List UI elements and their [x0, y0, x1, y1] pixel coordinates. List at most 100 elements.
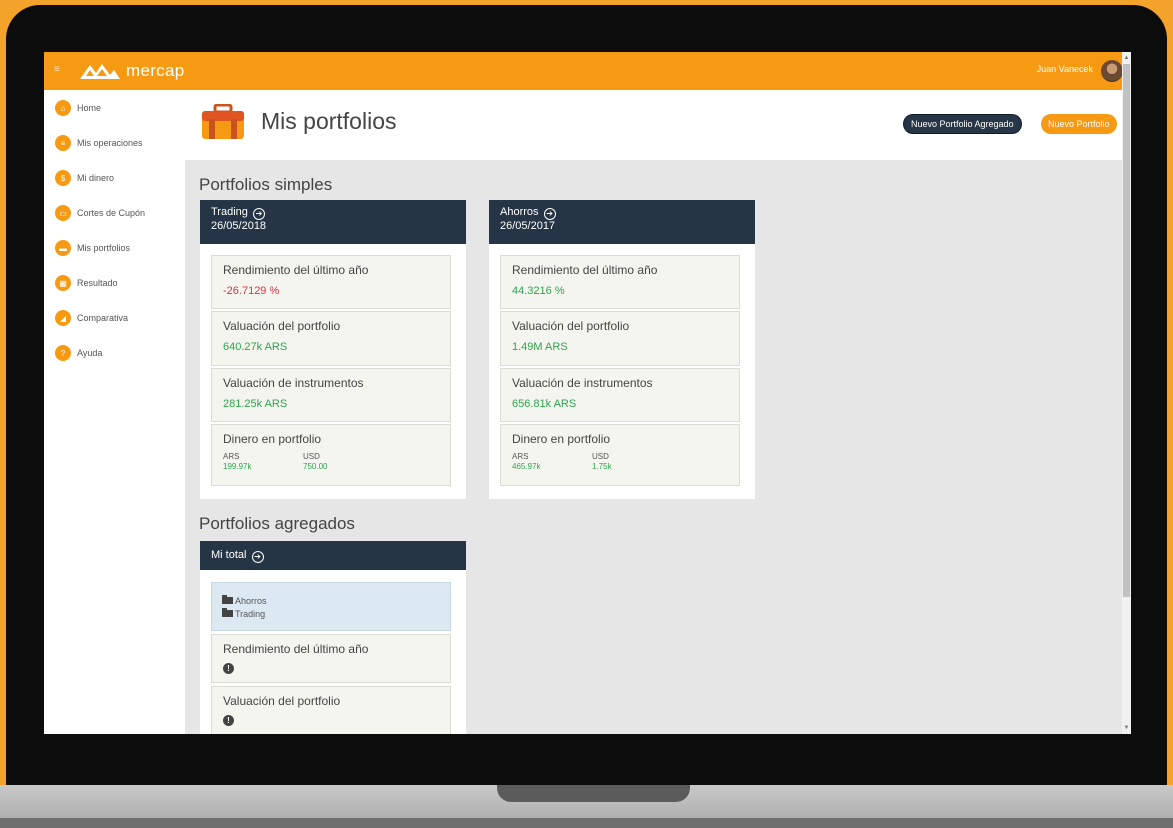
- metric-instruments: Valuación de instrumentos 281.25k ARS: [211, 368, 451, 422]
- currency-amount: 465.97k: [512, 462, 541, 471]
- member-portfolio-list: Ahorros Trading: [211, 582, 451, 631]
- metric-value: 281.25k ARS: [223, 398, 288, 410]
- metric-value: 44.3216 %: [512, 285, 565, 297]
- laptop-base-edge: [0, 818, 1173, 828]
- list-icon: ≡: [55, 135, 71, 151]
- metric-return: Rendimiento del último año !: [211, 634, 451, 683]
- portfolio-card-mi-total: Mi total ➔ Ahorros Trading Rendimiento d…: [200, 541, 466, 734]
- metric-valuation: Valuación del portfolio 1.49M ARS: [500, 311, 740, 366]
- arrow-right-circle-icon[interactable]: ➔: [543, 208, 556, 220]
- help-icon: ?: [55, 345, 71, 361]
- warning-icon: !: [223, 715, 234, 726]
- member-name: Ahorros: [235, 595, 267, 606]
- page-header: Mis portfolios Nuevo Portfolio Agregado …: [185, 90, 1122, 160]
- brand-name[interactable]: mercap: [126, 61, 185, 81]
- portfolio-date: 26/05/2018: [211, 220, 267, 232]
- chart-icon: ▦: [55, 275, 71, 291]
- sidebar-item-money[interactable]: $ Mi dinero: [55, 168, 114, 188]
- sidebar-item-label: Resultado: [77, 278, 118, 288]
- sidebar-item-operations[interactable]: ≡ Mis operaciones: [55, 133, 143, 153]
- portfolio-card-ahorros: Ahorros ➔ 26/05/2017 Rendimiento del últ…: [489, 200, 755, 499]
- money-icon: $: [55, 170, 71, 186]
- mercap-logo-icon[interactable]: [80, 61, 120, 81]
- currency-label: ARS: [512, 452, 529, 461]
- avatar[interactable]: [1101, 60, 1123, 82]
- sidebar-item-coupons[interactable]: ▭ Cortes de Cupón: [55, 203, 145, 223]
- sidebar-item-label: Mis portfolios: [77, 243, 131, 253]
- hamburger-menu-icon[interactable]: ≡: [54, 65, 64, 75]
- scroll-down-icon[interactable]: ▼: [1123, 724, 1130, 732]
- list-item[interactable]: Trading: [222, 607, 440, 620]
- metric-label: Valuación del portfolio: [223, 319, 341, 333]
- sidebar-item-compare[interactable]: ◢ Comparativa: [55, 308, 128, 328]
- sidebar: ⌂ Home ≡ Mis operaciones $ Mi dinero ▭ C…: [44, 90, 185, 734]
- metric-valuation: Valuación del portfolio 640.27k ARS: [211, 311, 451, 366]
- folder-icon: [222, 608, 233, 617]
- metric-instruments: Valuación de instrumentos 656.81k ARS: [500, 368, 740, 422]
- portfolio-name[interactable]: Mi total: [211, 549, 246, 561]
- section-title-aggregated: Portfolios agregados: [199, 514, 355, 533]
- metric-label: Valuación de instrumentos: [223, 376, 364, 390]
- sidebar-item-home[interactable]: ⌂ Home: [55, 98, 101, 118]
- user-name[interactable]: Juan Vanecek: [1037, 64, 1093, 74]
- metric-value: 1.49M ARS: [512, 341, 568, 353]
- sidebar-item-label: Home: [77, 103, 102, 113]
- metric-value: -26.7129 %: [223, 285, 280, 297]
- metric-label: Rendimiento del último año: [223, 642, 369, 656]
- metric-cash: Dinero en portfolio ARS 199.97k USD 750.…: [211, 424, 451, 486]
- new-aggregate-portfolio-button[interactable]: Nuevo Portfolio Agregado: [903, 114, 1022, 134]
- ticket-icon: ▭: [55, 205, 71, 221]
- metric-value: 656.81k ARS: [512, 398, 577, 410]
- area-chart-icon: ◢: [55, 310, 71, 326]
- metric-value: 640.27k ARS: [223, 341, 288, 353]
- metric-label: Valuación de instrumentos: [512, 376, 653, 390]
- app-screen: ≡ mercap Juan Vanecek ⌂ Home ≡ Mis opera…: [44, 52, 1131, 734]
- vertical-scrollbar[interactable]: ▲ ▼: [1122, 52, 1131, 734]
- metric-cash: Dinero en portfolio ARS 465.97k USD 1.75…: [500, 424, 740, 486]
- metric-return: Rendimiento del último año 44.3216 %: [500, 255, 740, 309]
- member-name: Trading: [235, 608, 266, 619]
- scrollbar-thumb[interactable]: [1123, 64, 1130, 597]
- metric-label: Rendimiento del último año: [512, 263, 658, 277]
- portfolio-date: 26/05/2017: [500, 220, 556, 232]
- currency-amount: 750.00: [303, 462, 328, 471]
- currency-label: USD: [592, 452, 609, 461]
- metric-label: Dinero en portfolio: [512, 432, 611, 446]
- home-icon: ⌂: [55, 100, 71, 116]
- sidebar-item-label: Mi dinero: [77, 173, 115, 183]
- laptop-notch: [497, 785, 690, 802]
- portfolio-name[interactable]: Trading: [211, 206, 248, 218]
- currency-label: ARS: [223, 452, 240, 461]
- page-title: Mis portfolios: [261, 108, 397, 134]
- currency-amount: 199.97k: [223, 462, 252, 471]
- sidebar-item-results[interactable]: ▦ Resultado: [55, 273, 118, 293]
- card-header[interactable]: Trading ➔ 26/05/2018: [200, 200, 466, 244]
- sidebar-item-label: Mis operaciones: [77, 138, 143, 148]
- metric-label: Valuación del portfolio: [512, 319, 630, 333]
- card-header[interactable]: Mi total ➔: [200, 541, 466, 570]
- folder-icon: ▬: [55, 240, 71, 256]
- metric-label: Dinero en portfolio: [223, 432, 322, 446]
- list-item[interactable]: Ahorros: [222, 594, 440, 607]
- arrow-right-circle-icon[interactable]: ➔: [251, 551, 264, 563]
- arrow-right-circle-icon[interactable]: ➔: [252, 208, 265, 220]
- metric-return: Rendimiento del último año -26.7129 %: [211, 255, 451, 309]
- card-header[interactable]: Ahorros ➔ 26/05/2017: [489, 200, 755, 244]
- sidebar-item-label: Ayuda: [77, 348, 103, 358]
- folder-icon: [222, 595, 233, 604]
- warning-icon: !: [223, 663, 234, 674]
- top-navbar: ≡ mercap Juan Vanecek: [44, 52, 1131, 90]
- briefcase-icon: [202, 104, 244, 139]
- portfolio-card-trading: Trading ➔ 26/05/2018 Rendimiento del últ…: [200, 200, 466, 499]
- sidebar-item-label: Comparativa: [77, 313, 129, 323]
- metric-label: Rendimiento del último año: [223, 263, 369, 277]
- metric-valuation: Valuación del portfolio !: [211, 686, 451, 734]
- sidebar-item-help[interactable]: ? Ayuda: [55, 343, 102, 363]
- portfolio-name[interactable]: Ahorros: [500, 206, 539, 218]
- currency-label: USD: [303, 452, 320, 461]
- sidebar-item-label: Cortes de Cupón: [77, 208, 146, 218]
- scroll-up-icon[interactable]: ▲: [1123, 54, 1130, 62]
- sidebar-item-portfolios[interactable]: ▬ Mis portfolios: [55, 238, 130, 258]
- section-title-simple: Portfolios simples: [199, 175, 333, 194]
- new-portfolio-button[interactable]: Nuevo Portfolio: [1041, 114, 1117, 134]
